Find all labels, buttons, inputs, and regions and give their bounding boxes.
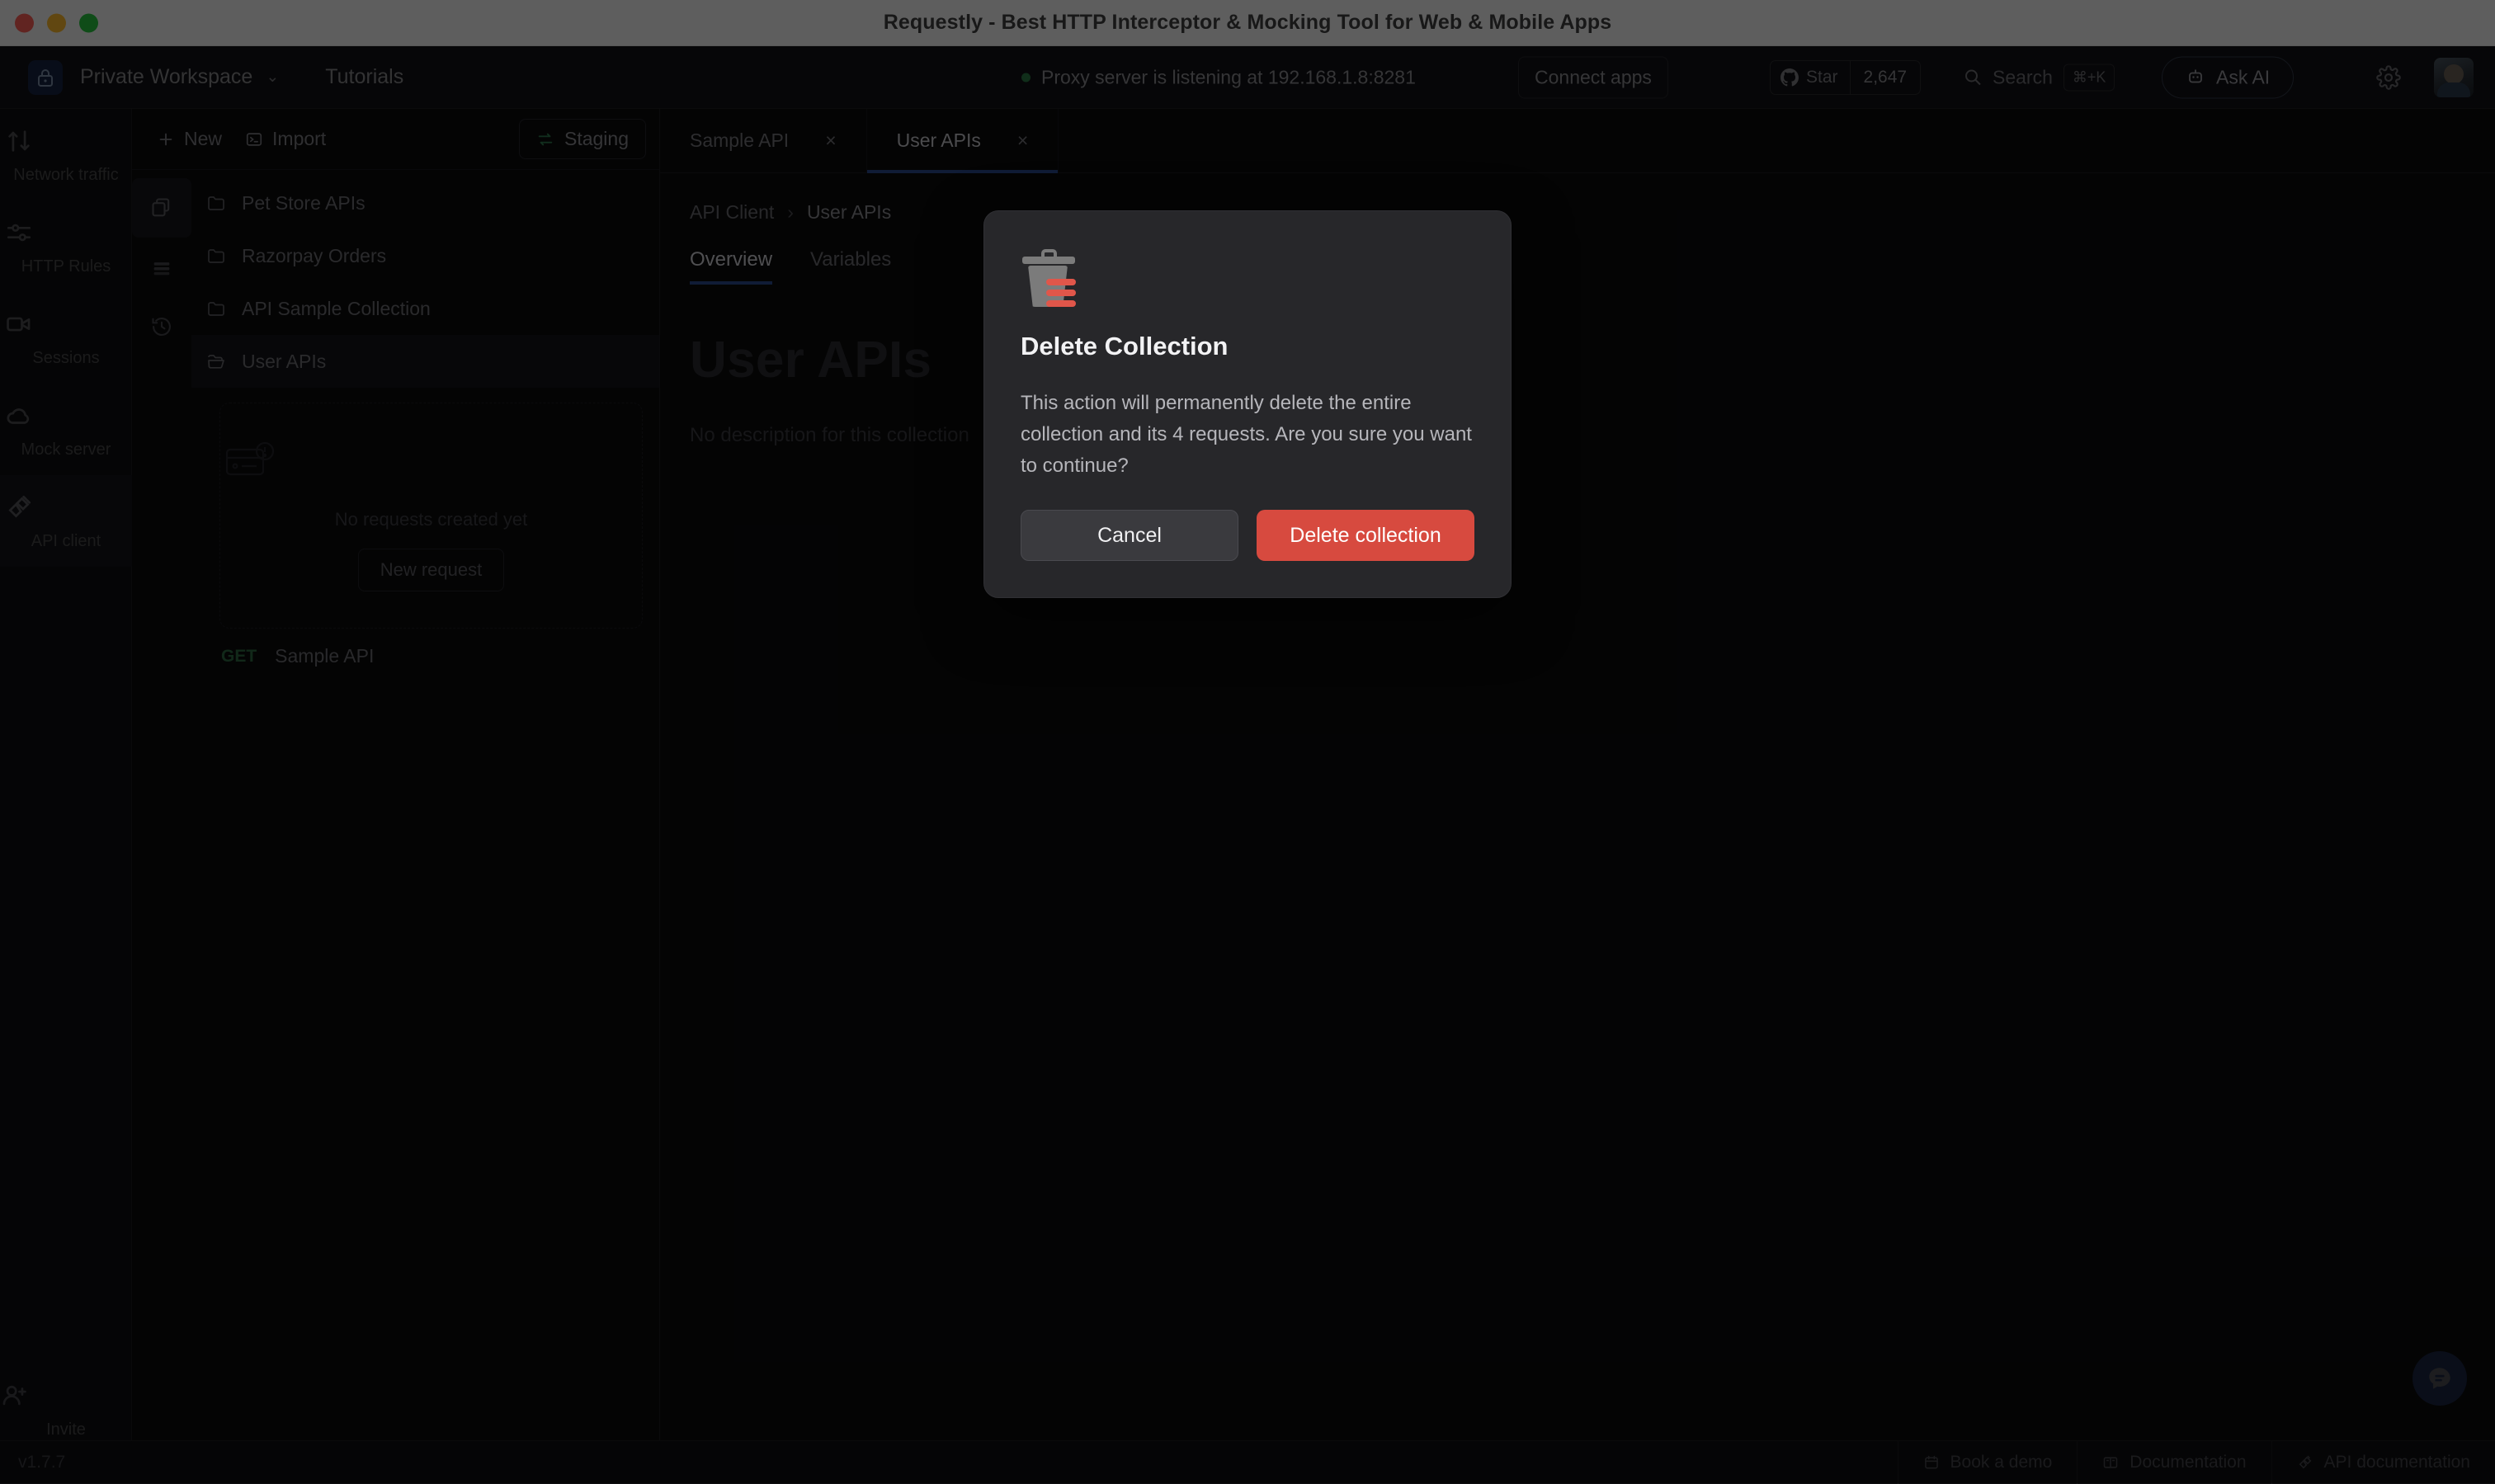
trash-delete-icon: [1021, 249, 1077, 309]
cancel-button[interactable]: Cancel: [1021, 510, 1238, 561]
dialog-message: This action will permanently delete the …: [1021, 392, 1472, 477]
delete-collection-button[interactable]: Delete collection: [1257, 510, 1474, 561]
dialog-title: Delete Collection: [1021, 332, 1229, 360]
dialog-actions: Cancel Delete collection: [1021, 510, 1474, 561]
delete-collection-dialog: Delete Collection This action will perma…: [983, 210, 1512, 598]
